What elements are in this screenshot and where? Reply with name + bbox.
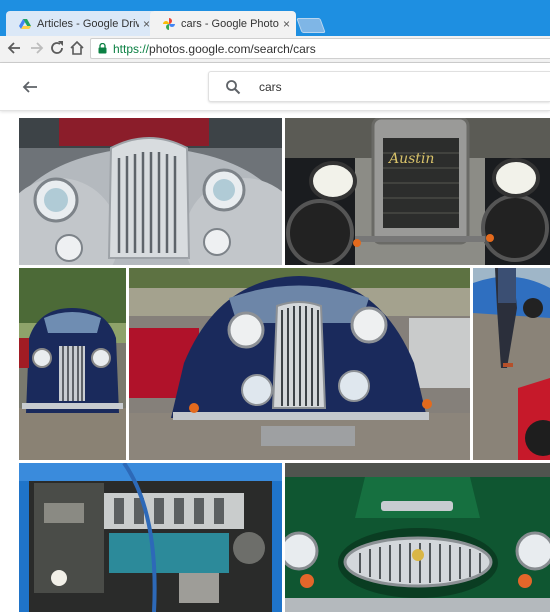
search-box[interactable]: cars (208, 71, 550, 102)
tab-title: Articles - Google Drive (37, 17, 139, 30)
google-drive-icon (19, 18, 31, 29)
back-arrow-icon[interactable] (19, 76, 41, 98)
lock-icon (98, 43, 107, 54)
home-icon[interactable] (68, 39, 86, 57)
google-photos-icon (163, 17, 175, 30)
url-scheme: https:// (113, 41, 150, 56)
search-input[interactable]: cars (259, 80, 282, 94)
photo-blue-car-front[interactable] (129, 268, 470, 460)
back-icon[interactable] (6, 39, 24, 57)
address-bar[interactable]: https:// photos.google.com/search/cars (90, 38, 550, 59)
photo-engine-bay[interactable] (19, 463, 282, 612)
photo-austin-vintage-car[interactable]: Austin (285, 118, 550, 265)
tab-google-photos[interactable]: cars - Google Photos × (150, 11, 296, 36)
svg-text:Austin: Austin (387, 151, 434, 167)
url-path: photos.google.com/search/cars (149, 41, 316, 56)
reload-icon[interactable] (48, 39, 66, 57)
tab-title: cars - Google Photos (181, 17, 279, 30)
tab-google-drive[interactable]: Articles - Google Drive × (6, 11, 156, 36)
photo-blue-car-small[interactable] (19, 268, 126, 460)
photo-silver-car-grille[interactable] (19, 118, 282, 265)
search-icon (226, 79, 241, 94)
browser-tab-strip: Articles - Google Drive × cars - Google … (0, 0, 550, 36)
close-tab-icon[interactable]: × (143, 17, 150, 31)
browser-toolbar: https:// photos.google.com/search/cars (0, 36, 550, 63)
photo-green-austin-healey[interactable] (285, 463, 550, 612)
forward-icon[interactable] (27, 39, 45, 57)
close-tab-icon[interactable]: × (283, 17, 290, 31)
photos-header: cars (0, 63, 550, 111)
new-tab-button[interactable] (296, 18, 326, 33)
photo-blue-car-partial[interactable] (473, 268, 550, 460)
